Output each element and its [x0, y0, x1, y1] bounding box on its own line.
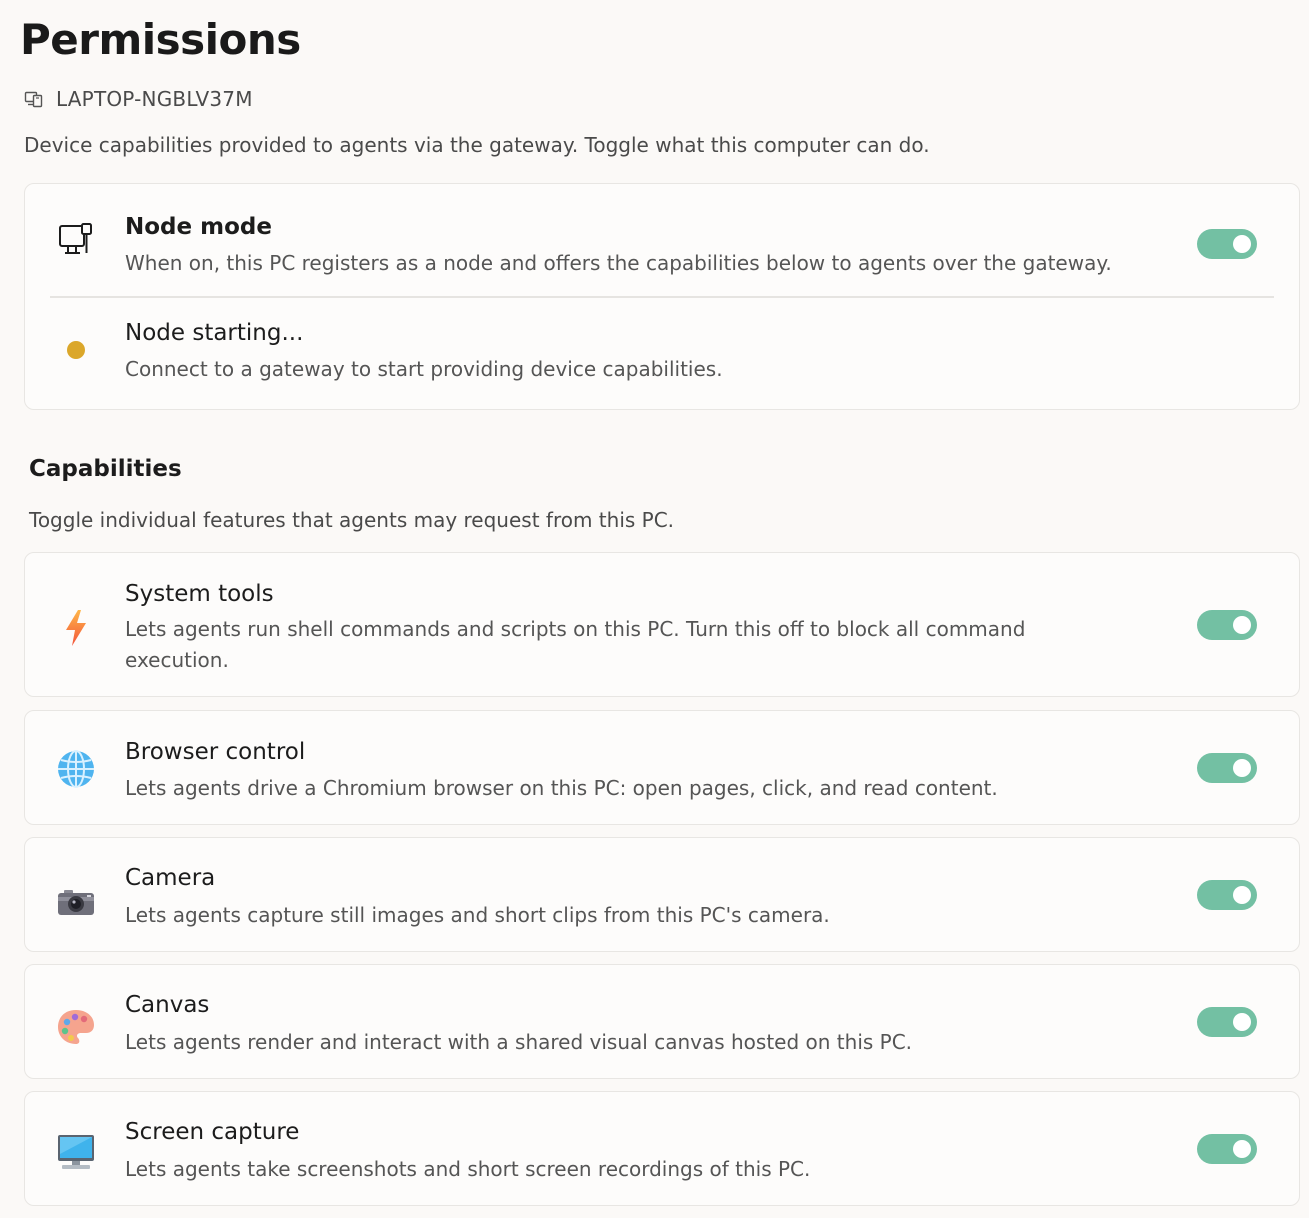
capability-card-canvas: Canvas Lets agents render and interact w… [24, 964, 1300, 1079]
browser-control-toggle[interactable] [1197, 753, 1257, 783]
page-description: Device capabilities provided to agents v… [24, 133, 930, 157]
node-card: Node mode When on, this PC registers as … [24, 183, 1300, 410]
node-status-title: Node starting... [125, 320, 304, 346]
node-mode-title: Node mode [125, 214, 272, 240]
capability-title: Canvas [125, 992, 210, 1018]
palette-icon [53, 1004, 99, 1050]
camera-toggle[interactable] [1197, 880, 1257, 910]
monitor-icon [53, 1129, 99, 1175]
node-status-description: Connect to a gateway to start providing … [125, 357, 723, 381]
toggle-knob [1233, 616, 1251, 634]
capability-title: Browser control [125, 739, 306, 765]
device-name: LAPTOP-NGBLV37M [56, 87, 253, 111]
node-mode-toggle[interactable] [1197, 229, 1257, 259]
camera-icon [53, 879, 99, 925]
capability-description: Lets agents capture still images and sho… [125, 903, 830, 927]
device-row: LAPTOP-NGBLV37M [24, 84, 253, 114]
capability-card-screen-capture: Screen capture Lets agents take screensh… [24, 1091, 1300, 1206]
capability-title: Screen capture [125, 1119, 300, 1145]
capability-description: Lets agents run shell commands and scrip… [125, 617, 1026, 672]
toggle-knob [1233, 235, 1251, 253]
pc-node-icon [53, 217, 99, 263]
globe-icon [53, 746, 99, 792]
capability-card-browser-control: Browser control Lets agents drive a Chro… [24, 710, 1300, 825]
system-tools-toggle[interactable] [1197, 610, 1257, 640]
capability-title: Camera [125, 865, 216, 891]
page-title: Permissions [20, 15, 301, 64]
status-dot-icon [67, 341, 85, 359]
lightning-icon [53, 605, 99, 651]
toggle-knob [1233, 1013, 1251, 1031]
toggle-knob [1233, 1140, 1251, 1158]
capability-title: System tools [125, 581, 274, 607]
capabilities-heading: Capabilities [29, 456, 182, 482]
node-status-row: Node starting... Connect to a gateway to… [25, 297, 1299, 409]
toggle-knob [1233, 759, 1251, 777]
screen-capture-toggle[interactable] [1197, 1134, 1257, 1164]
canvas-toggle[interactable] [1197, 1007, 1257, 1037]
toggle-knob [1233, 886, 1251, 904]
devices-icon [24, 89, 44, 109]
capability-description: Lets agents take screenshots and short s… [125, 1157, 811, 1181]
status-indicator [53, 327, 99, 373]
capability-card-camera: Camera Lets agents capture still images … [24, 837, 1300, 952]
capability-description: Lets agents render and interact with a s… [125, 1030, 913, 1054]
node-mode-description: When on, this PC registers as a node and… [125, 251, 1112, 275]
capability-card-system-tools: System tools Lets agents run shell comma… [24, 552, 1300, 697]
capabilities-description: Toggle individual features that agents m… [29, 508, 675, 532]
node-mode-row: Node mode When on, this PC registers as … [25, 184, 1299, 296]
capability-description: Lets agents drive a Chromium browser on … [125, 776, 998, 800]
